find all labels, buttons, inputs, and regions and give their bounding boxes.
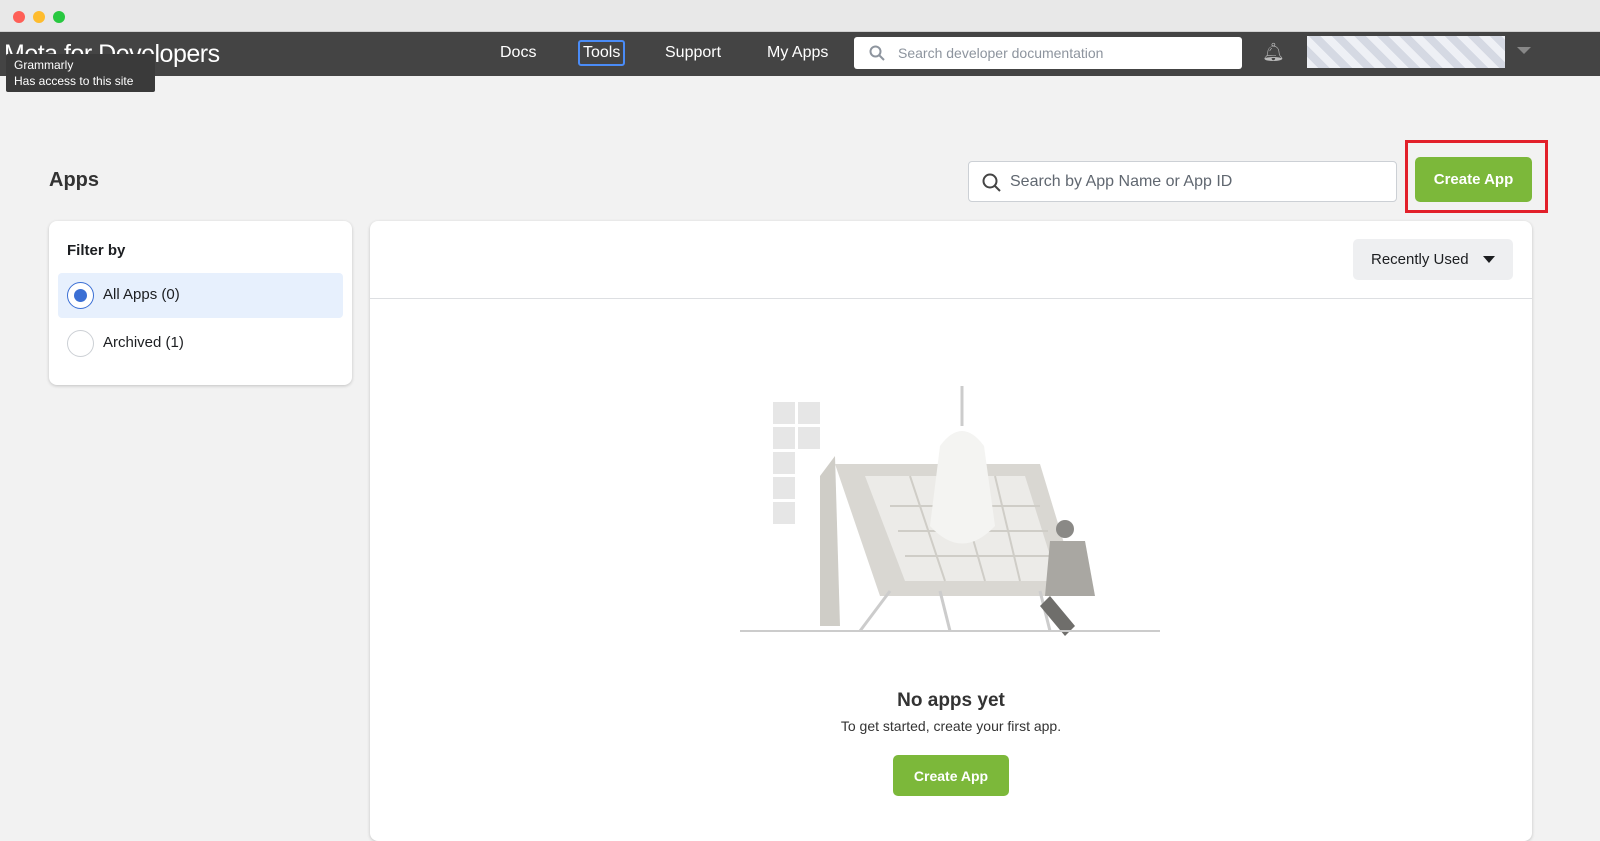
app-search-placeholder: Search by App Name or App ID (1010, 173, 1233, 190)
empty-state-title: No apps yet (897, 690, 1005, 711)
sort-dropdown[interactable]: Recently Used (1353, 239, 1513, 280)
top-nav: Meta for Developers Docs Tools Support M… (0, 32, 1600, 76)
nav-support[interactable]: Support (665, 44, 721, 62)
sort-label: Recently Used (1371, 251, 1469, 268)
create-app-button[interactable]: Create App (1415, 157, 1532, 202)
create-app-empty-button[interactable]: Create App (893, 755, 1009, 796)
grammarly-tooltip: Grammarly Has access to this site (6, 54, 155, 92)
nav-docs[interactable]: Docs (500, 44, 536, 62)
app-search-input[interactable]: Search by App Name or App ID (968, 161, 1397, 202)
apps-list-panel: Recently Used No apps yet To get started… (370, 221, 1532, 841)
filter-all-apps[interactable]: All Apps (0) (58, 273, 343, 318)
filter-panel: Filter by All Apps (0) Archived (1) (49, 221, 352, 385)
account-name-blurred[interactable] (1307, 36, 1505, 68)
notifications-bell-icon[interactable]: 🔔︎ (1262, 42, 1285, 63)
minimize-window-button[interactable] (33, 11, 45, 23)
empty-state-illustration (740, 386, 1160, 636)
search-icon (982, 173, 1001, 192)
filter-archived[interactable]: Archived (1) (58, 321, 343, 366)
close-window-button[interactable] (13, 11, 25, 23)
tooltip-text: Has access to this site (14, 74, 134, 88)
filter-heading: Filter by (67, 242, 126, 259)
search-icon (869, 45, 885, 61)
filter-archived-label: Archived (1) (103, 334, 184, 351)
tooltip-title: Grammarly (14, 58, 74, 72)
docs-search-placeholder: Search developer documentation (898, 45, 1104, 61)
empty-state-text: To get started, create your first app. (840, 718, 1062, 734)
nav-tools[interactable]: Tools (578, 40, 626, 66)
window-titlebar (0, 0, 1600, 32)
caret-down-icon (1483, 256, 1495, 263)
page-title: Apps (49, 169, 99, 191)
radio-selected[interactable] (67, 282, 94, 309)
radio-unselected[interactable] (67, 330, 94, 357)
filter-all-apps-label: All Apps (0) (103, 286, 180, 303)
maximize-window-button[interactable] (53, 11, 65, 23)
divider (370, 298, 1532, 299)
nav-my-apps[interactable]: My Apps (767, 44, 828, 62)
account-menu-caret-icon[interactable] (1517, 47, 1531, 54)
docs-search-input[interactable]: Search developer documentation (854, 37, 1242, 69)
